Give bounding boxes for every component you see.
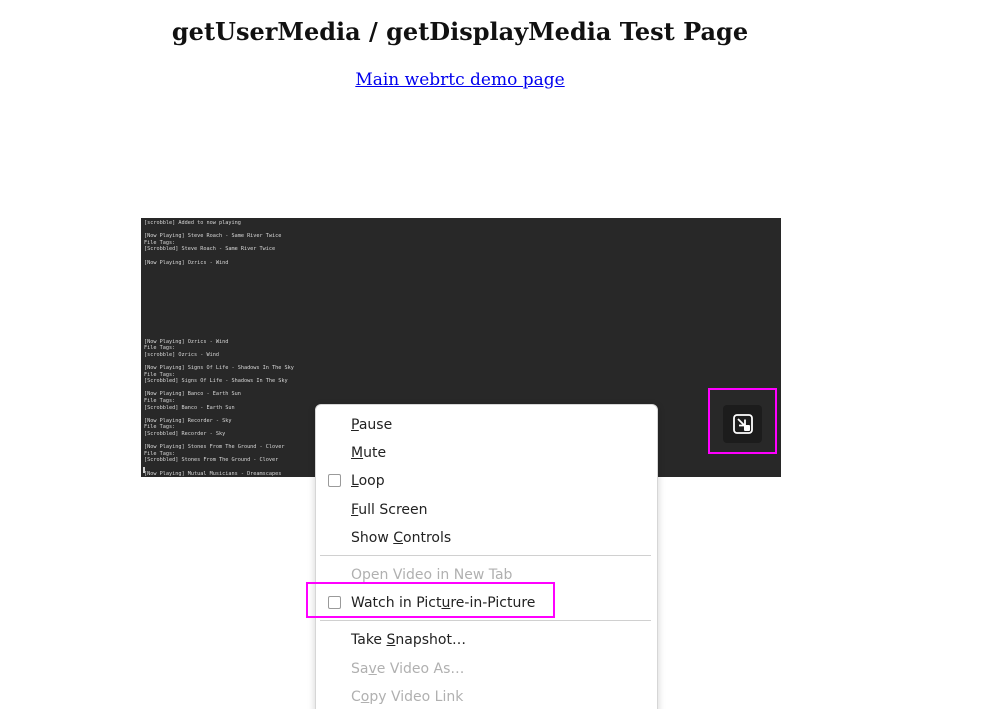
terminal-line: File Tags:: [144, 239, 176, 246]
menu-item-copy-video-link: Copy Video Link: [316, 683, 657, 709]
main-link-container: Main webrtc demo page: [0, 68, 920, 92]
menu-item-mute[interactable]: Mute: [316, 439, 657, 467]
terminal-line: [scrobble] Added to now playing: [144, 220, 241, 226]
menu-item-label: Take Snapshot…: [351, 632, 466, 648]
terminal-line: [Now Playing] Banco - Earth Sun: [144, 391, 241, 398]
video-context-menu: Pause Mute Loop Full Screen Show Controls Ope…: [315, 404, 658, 709]
menu-separator-1: [320, 555, 651, 556]
menu-checkbox[interactable]: [328, 474, 341, 487]
menu-item-loop[interactable]: Loop: [316, 467, 657, 495]
page-title: getUserMedia / getDisplayMedia Test Page: [171, 17, 749, 46]
terminal-line: [Scrobbled] Signs Of Life - Shadows In T…: [144, 378, 288, 385]
terminal-line: [Now Playing] Ozrics - Wind: [144, 338, 229, 345]
menu-separator-2: [320, 620, 651, 621]
terminal-line: [Now Playing] Ozrics - Wind: [144, 259, 229, 266]
terminal-line: File Tags:: [144, 345, 176, 352]
terminal-cursor: [143, 467, 145, 473]
menu-item-pause[interactable]: Pause: [316, 411, 657, 439]
menu-item-full-screen[interactable]: Full Screen: [316, 496, 657, 524]
pip-toggle-highlight: [708, 388, 777, 454]
menu-item-label: Full Screen: [351, 502, 428, 518]
menu-item-take-snapshot[interactable]: Take Snapshot…: [316, 626, 657, 654]
main-webrtc-demo-link[interactable]: Main webrtc demo page: [355, 70, 564, 90]
terminal-line: File Tags:: [144, 371, 176, 378]
pip-menu-item-highlight: [306, 582, 555, 618]
menu-item-show-controls[interactable]: Show Controls: [316, 524, 657, 552]
menu-item-label: Save Video As…: [351, 661, 465, 677]
menu-item-label: Loop: [351, 473, 385, 489]
terminal-line: [Now Playing] Signs Of Life - Shadows In…: [144, 365, 294, 372]
menu-item-label: Copy Video Link: [351, 689, 464, 705]
terminal-line: [Scrobbled] Steve Roach - Same River Twi…: [144, 246, 276, 253]
terminal-line: [scrobble] Ozrics - Wind: [144, 351, 219, 358]
menu-item-label: Show Controls: [351, 530, 452, 546]
menu-item-label: Pause: [351, 417, 393, 433]
menu-item-label: Mute: [351, 445, 387, 461]
menu-item-save-video-as: Save Video As…: [316, 655, 657, 683]
terminal-line: [Now Playing] Steve Roach - Same River T…: [144, 233, 282, 240]
